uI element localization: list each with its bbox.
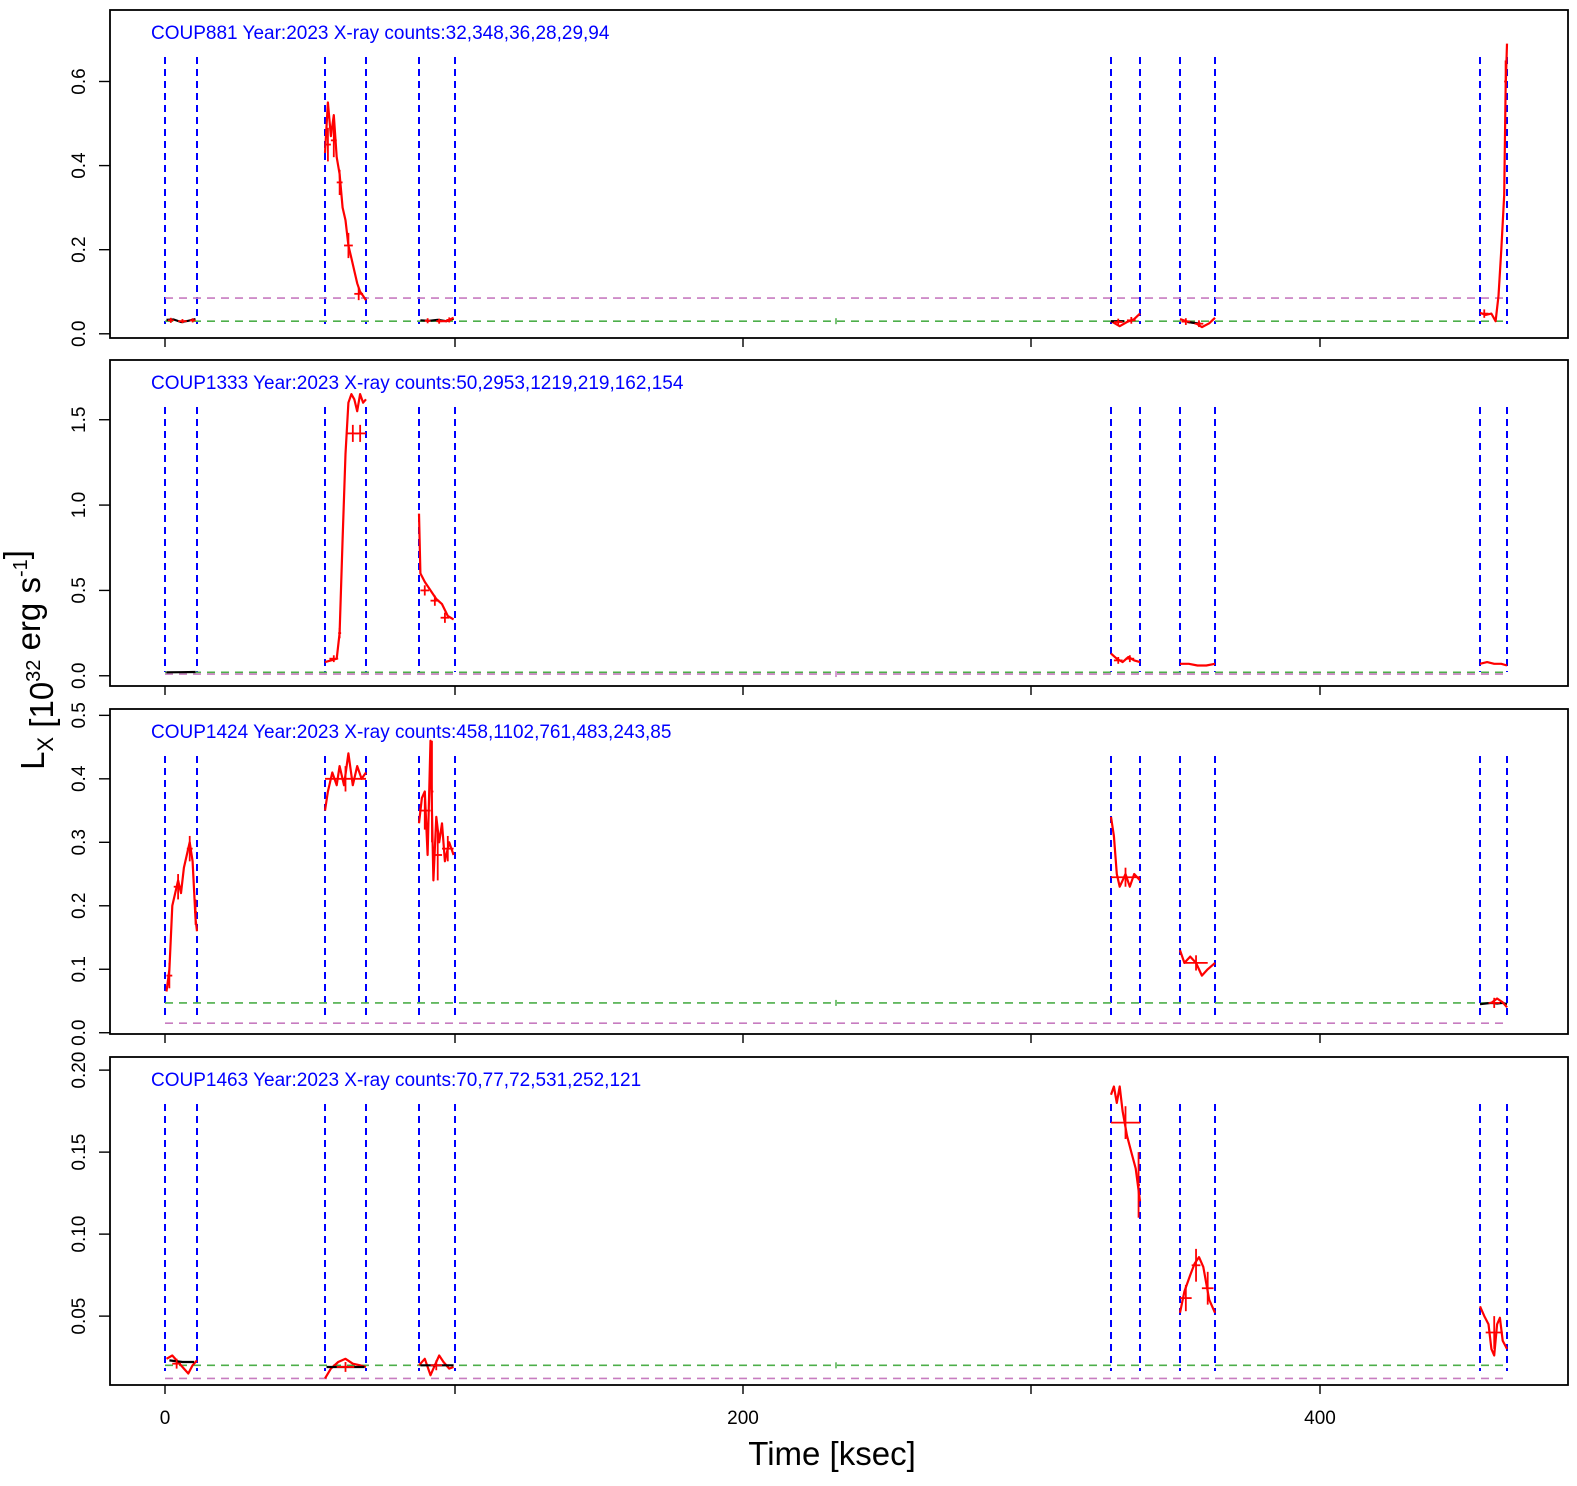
panel-title: COUP1463 Year:2023 X-ray counts:70,77,72… xyxy=(151,1070,641,1091)
y-tick-label: 0.0 xyxy=(69,1020,90,1046)
chart-svg: COUP881 Year:2023 X-ray counts:32,348,36… xyxy=(0,0,1577,1481)
x-axis-label: Time [ksec] xyxy=(748,1435,915,1472)
light-curve xyxy=(419,514,454,620)
y-tick-label: 0.6 xyxy=(69,68,90,94)
y-tick-label: 1.5 xyxy=(69,407,90,433)
light-curve xyxy=(1111,1087,1140,1202)
y-axis-label: LX [1032 erg s-1]L_X [10^32 erg s^-1] xyxy=(0,550,60,770)
light-curve xyxy=(167,1356,198,1374)
light-curve xyxy=(1480,44,1507,322)
light-curve xyxy=(169,1360,194,1362)
panel-frame xyxy=(110,360,1568,686)
y-tick-label: 0.1 xyxy=(69,956,90,982)
panel-4: COUP1463 Year:2023 X-ray counts:70,77,72… xyxy=(69,1052,1568,1394)
panel-title: COUP1333 Year:2023 X-ray counts:50,2953,… xyxy=(151,373,684,394)
chart: COUP881 Year:2023 X-ray counts:32,348,36… xyxy=(0,0,1577,1481)
panel-3: COUP1424 Year:2023 X-ray counts:458,1102… xyxy=(69,702,1568,1046)
y-tick-label: 0.3 xyxy=(69,829,90,855)
x-tick-label: 400 xyxy=(1304,1408,1336,1429)
light-curve xyxy=(167,842,198,991)
y-tick-label: 0.2 xyxy=(69,236,90,262)
y-tick-label: 0.05 xyxy=(69,1298,90,1335)
y-tick-label: 0.4 xyxy=(69,152,90,179)
y-tick-label: 0.10 xyxy=(69,1216,90,1253)
panel-2: COUP1333 Year:2023 X-ray counts:50,2953,… xyxy=(69,360,1568,695)
panel-title: COUP1424 Year:2023 X-ray counts:458,1102… xyxy=(151,722,671,743)
y-tick-label: 0.4 xyxy=(69,765,90,792)
y-tick-label: 0.15 xyxy=(69,1134,90,1171)
panel-title: COUP881 Year:2023 X-ray counts:32,348,36… xyxy=(151,23,610,44)
y-tick-label: 0.0 xyxy=(69,663,90,689)
light-curve xyxy=(1180,664,1215,666)
y-tick-label: 0.20 xyxy=(69,1052,90,1089)
panel-frame xyxy=(110,709,1568,1034)
y-tick-label: 0.2 xyxy=(69,893,90,919)
panel-1: COUP881 Year:2023 X-ray counts:32,348,36… xyxy=(69,10,1568,347)
y-tick-label: 0.0 xyxy=(69,321,90,347)
panel-frame xyxy=(110,1057,1568,1385)
light-curve xyxy=(1480,662,1507,665)
y-tick-label: 0.5 xyxy=(69,577,90,603)
y-tick-label: 1.0 xyxy=(69,492,90,518)
y-tick-label: 0.5 xyxy=(69,702,90,728)
x-tick-label: 200 xyxy=(727,1408,759,1429)
light-curve xyxy=(325,103,366,301)
panel-frame xyxy=(110,10,1568,338)
x-tick-label: 0 xyxy=(160,1408,171,1429)
